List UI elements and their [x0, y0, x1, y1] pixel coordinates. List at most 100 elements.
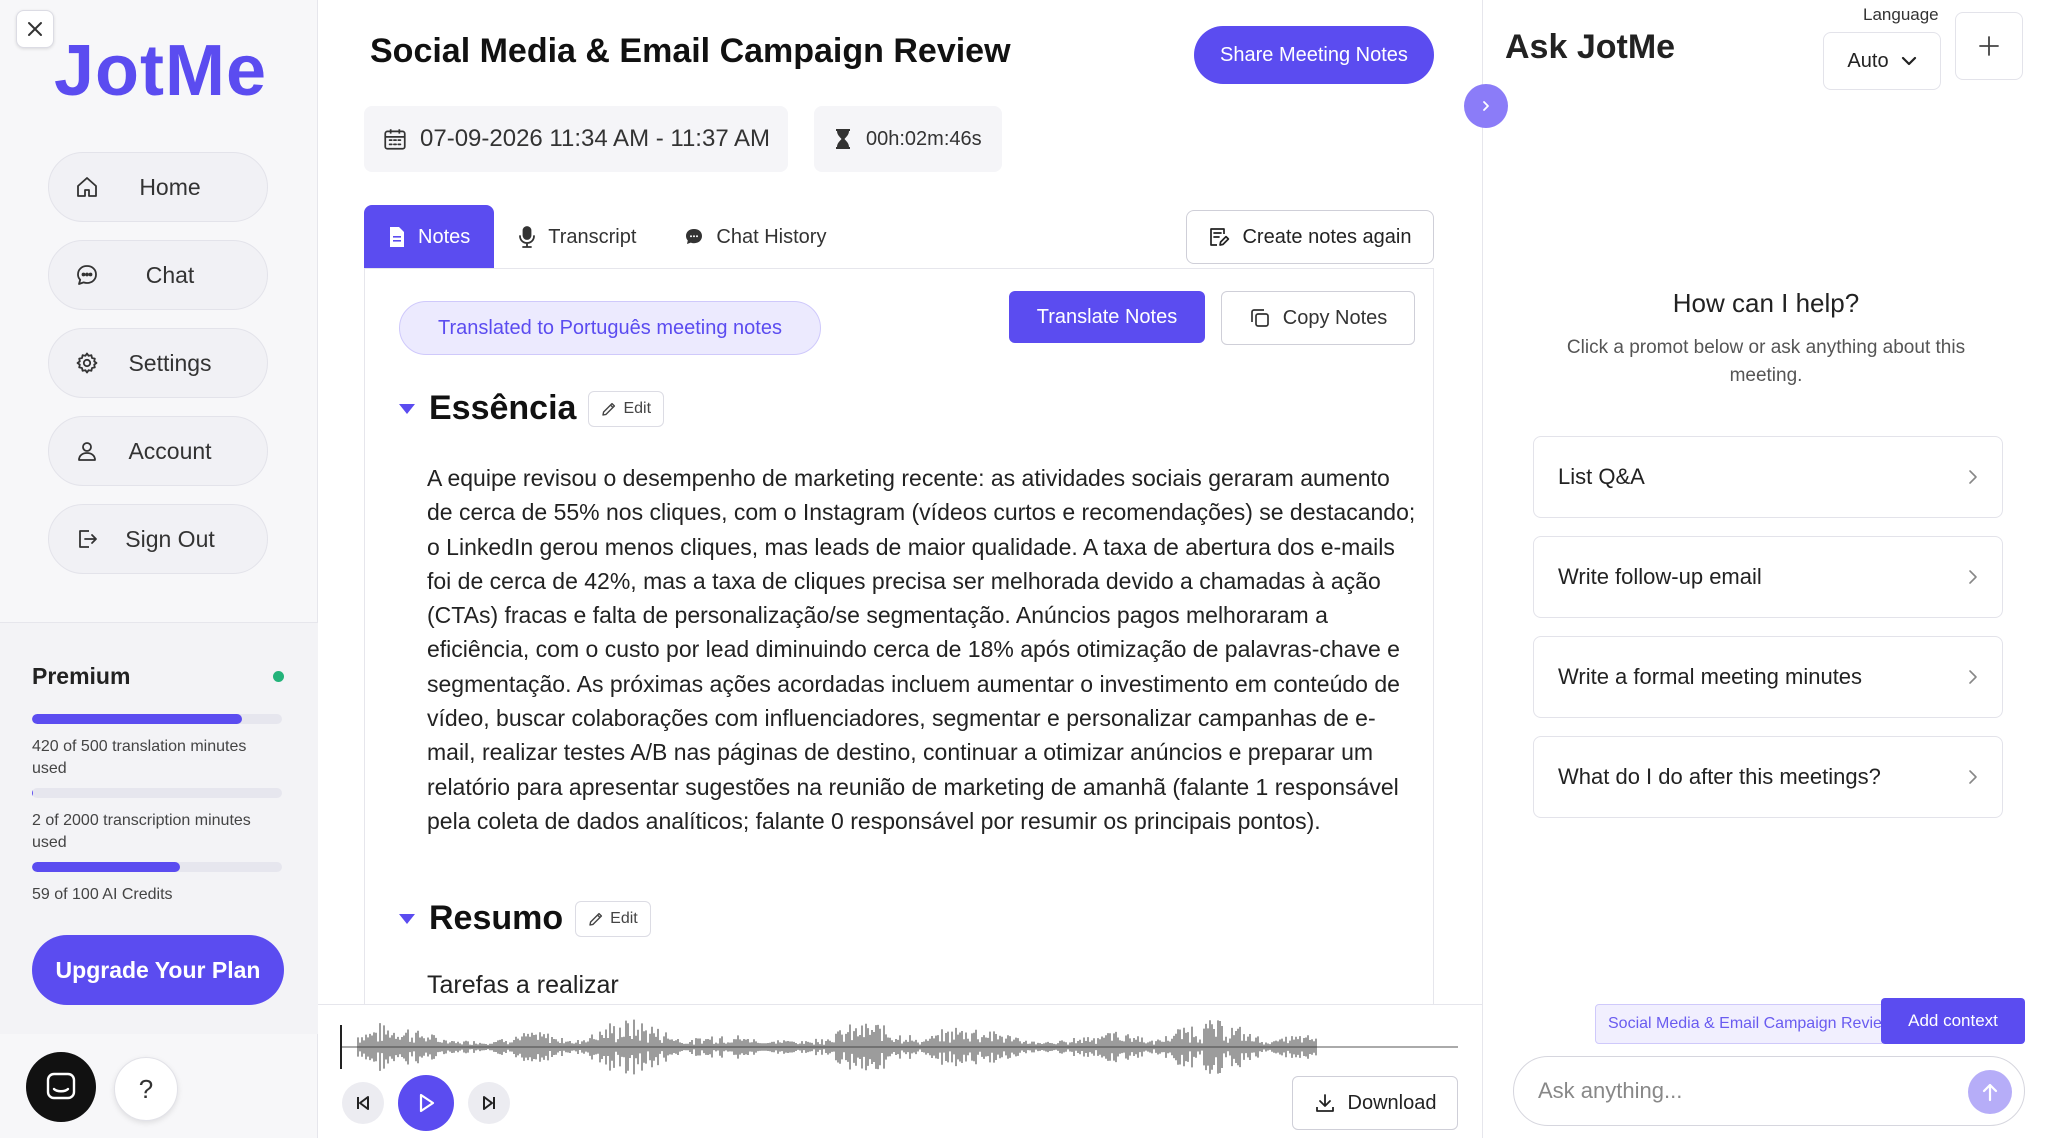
sidebar-item-settings[interactable]: Settings: [48, 328, 268, 398]
close-sidebar-button[interactable]: [16, 10, 54, 48]
arrow-up-icon: [1982, 1083, 1998, 1102]
tab-label: Chat History: [716, 225, 827, 248]
prompt-formal-minutes[interactable]: Write a formal meeting minutes: [1533, 636, 2003, 718]
tab-label: Transcript: [548, 225, 637, 248]
new-chat-button[interactable]: [1955, 12, 2023, 80]
note-edit-icon: [1208, 226, 1230, 248]
prompt-label: Write a formal meeting minutes: [1558, 664, 1863, 689]
resumo-title: Resumo: [429, 899, 564, 937]
gear-icon: [73, 349, 101, 377]
chat-icon: [684, 227, 704, 247]
sidebar-item-chat[interactable]: Chat: [48, 240, 268, 310]
skip-previous-button[interactable]: [342, 1082, 384, 1124]
plan-card: Premium 420 of 500 translation minutes u…: [0, 622, 318, 1034]
tab-transcript[interactable]: Transcript: [494, 205, 660, 269]
plan-name: Premium: [32, 663, 131, 689]
sidebar: JotMe Home Chat Settings Account Sign Ou…: [0, 0, 318, 1138]
context-chip[interactable]: Social Media & Email Campaign Review: [1595, 1004, 1885, 1044]
support-chat-button[interactable]: [26, 1052, 96, 1122]
close-icon: [28, 22, 42, 36]
prompt-label: What do I do after this meetings?: [1558, 764, 1881, 789]
translated-badge: Translated to Português meeting notes: [399, 301, 821, 355]
tab-chat-history[interactable]: Chat History: [660, 205, 850, 269]
notes-panel: Translated to Português meeting notes Tr…: [364, 268, 1434, 1004]
download-button[interactable]: Download: [1292, 1076, 1458, 1130]
language-select[interactable]: Auto: [1823, 32, 1941, 90]
document-icon: [388, 227, 406, 247]
support-chat-icon: [46, 1072, 76, 1100]
meeting-datetime-text: 07-09-2026 11:34 AM - 11:37 AM: [420, 125, 771, 152]
logo: JotMe: [54, 31, 268, 111]
chevron-right-icon: [1968, 569, 1978, 585]
plan-title: Premium: [32, 663, 286, 690]
prompt-label: List Q&A: [1558, 464, 1645, 489]
chevron-right-icon: [1968, 469, 1978, 485]
chevron-right-icon: [1483, 101, 1489, 111]
play-button[interactable]: [398, 1075, 454, 1131]
sign-out-icon: [73, 525, 101, 553]
edit-label: Edit: [623, 399, 652, 417]
create-notes-again-button[interactable]: Create notes again: [1186, 210, 1434, 264]
audio-waveform[interactable]: [340, 1019, 1458, 1075]
ask-input-container: [1513, 1056, 2025, 1126]
calendar-icon: [382, 126, 408, 152]
share-meeting-notes-button[interactable]: Share Meeting Notes: [1194, 26, 1434, 84]
pencil-icon: [601, 401, 617, 417]
sidebar-item-account[interactable]: Account: [48, 416, 268, 486]
sidebar-item-label: Account: [128, 437, 212, 464]
app-root: JotMe Home Chat Settings Account Sign Ou…: [0, 0, 2048, 1138]
chevron-right-icon: [1968, 669, 1978, 685]
ai-credits-text: 59 of 100 AI Credits: [32, 886, 173, 903]
edit-resumo-button[interactable]: Edit: [575, 900, 651, 937]
sidebar-item-sign-out[interactable]: Sign Out: [48, 504, 268, 574]
chat-icon: [73, 261, 101, 289]
play-icon: [419, 1093, 435, 1113]
prompt-follow-up-email[interactable]: Write follow-up email: [1533, 536, 2003, 618]
hourglass-icon: [832, 127, 854, 151]
resumo-section-header: Resumo Edit: [399, 899, 651, 938]
copy-notes-button[interactable]: Copy Notes: [1221, 291, 1415, 345]
tab-notes[interactable]: Notes: [364, 205, 495, 269]
language-value: Auto: [1847, 49, 1889, 72]
meeting-title: Social Media & Email Campaign Review: [370, 32, 1011, 70]
download-icon: [1314, 1092, 1336, 1114]
edit-label: Edit: [610, 909, 638, 927]
sidebar-item-home[interactable]: Home: [48, 152, 268, 222]
download-label: Download: [1347, 1091, 1437, 1114]
microphone-icon: [518, 226, 536, 248]
copy-icon: [1249, 307, 1271, 329]
skip-next-button[interactable]: [468, 1082, 510, 1124]
ai-credits-fill: [32, 862, 180, 872]
essencia-text: A equipe revisou o desempenho de marketi…: [427, 465, 1416, 834]
sidebar-item-label: Chat: [145, 261, 195, 288]
translation-usage-bar: [32, 714, 282, 724]
essencia-title: Essência: [429, 389, 577, 427]
prompt-list-qa[interactable]: List Q&A: [1533, 436, 2003, 518]
skip-next-icon: [483, 1096, 495, 1110]
send-button[interactable]: [1968, 1070, 2012, 1114]
main-content: Social Media & Email Campaign Review Sha…: [318, 0, 1482, 1138]
collapse-caret-icon[interactable]: [399, 403, 415, 414]
prompt-next-steps[interactable]: What do I do after this meetings?: [1533, 736, 2003, 818]
chevron-right-icon: [1968, 769, 1978, 785]
translation-usage-text: 420 of 500 translation minutes used: [32, 738, 247, 777]
copy-notes-label: Copy Notes: [1282, 306, 1388, 329]
essencia-section-header: Essência Edit: [399, 389, 665, 428]
translation-usage-fill: [32, 714, 242, 724]
upgrade-plan-button[interactable]: Upgrade Your Plan: [32, 935, 284, 1005]
ask-input[interactable]: [1538, 1078, 1948, 1104]
prompt-label: Write follow-up email: [1558, 564, 1762, 589]
translate-notes-button[interactable]: Translate Notes: [1009, 291, 1205, 343]
status-dot: [273, 671, 284, 682]
help-title: How can I help?: [1672, 288, 1860, 318]
edit-essencia-button[interactable]: Edit: [588, 390, 665, 427]
tabs: Notes Transcript Chat History: [364, 205, 850, 269]
meeting-duration: 00h:02m:46s: [814, 106, 1002, 172]
add-context-button[interactable]: Add context: [1881, 998, 2025, 1044]
help-button[interactable]: ?: [114, 1057, 178, 1121]
collapse-caret-icon[interactable]: [399, 913, 415, 924]
meeting-datetime: 07-09-2026 11:34 AM - 11:37 AM: [364, 106, 788, 172]
sidebar-nav: Home Chat Settings Account Sign Out: [48, 152, 268, 592]
tab-label: Notes: [418, 225, 471, 248]
toggle-ask-panel-button[interactable]: [1464, 84, 1508, 128]
